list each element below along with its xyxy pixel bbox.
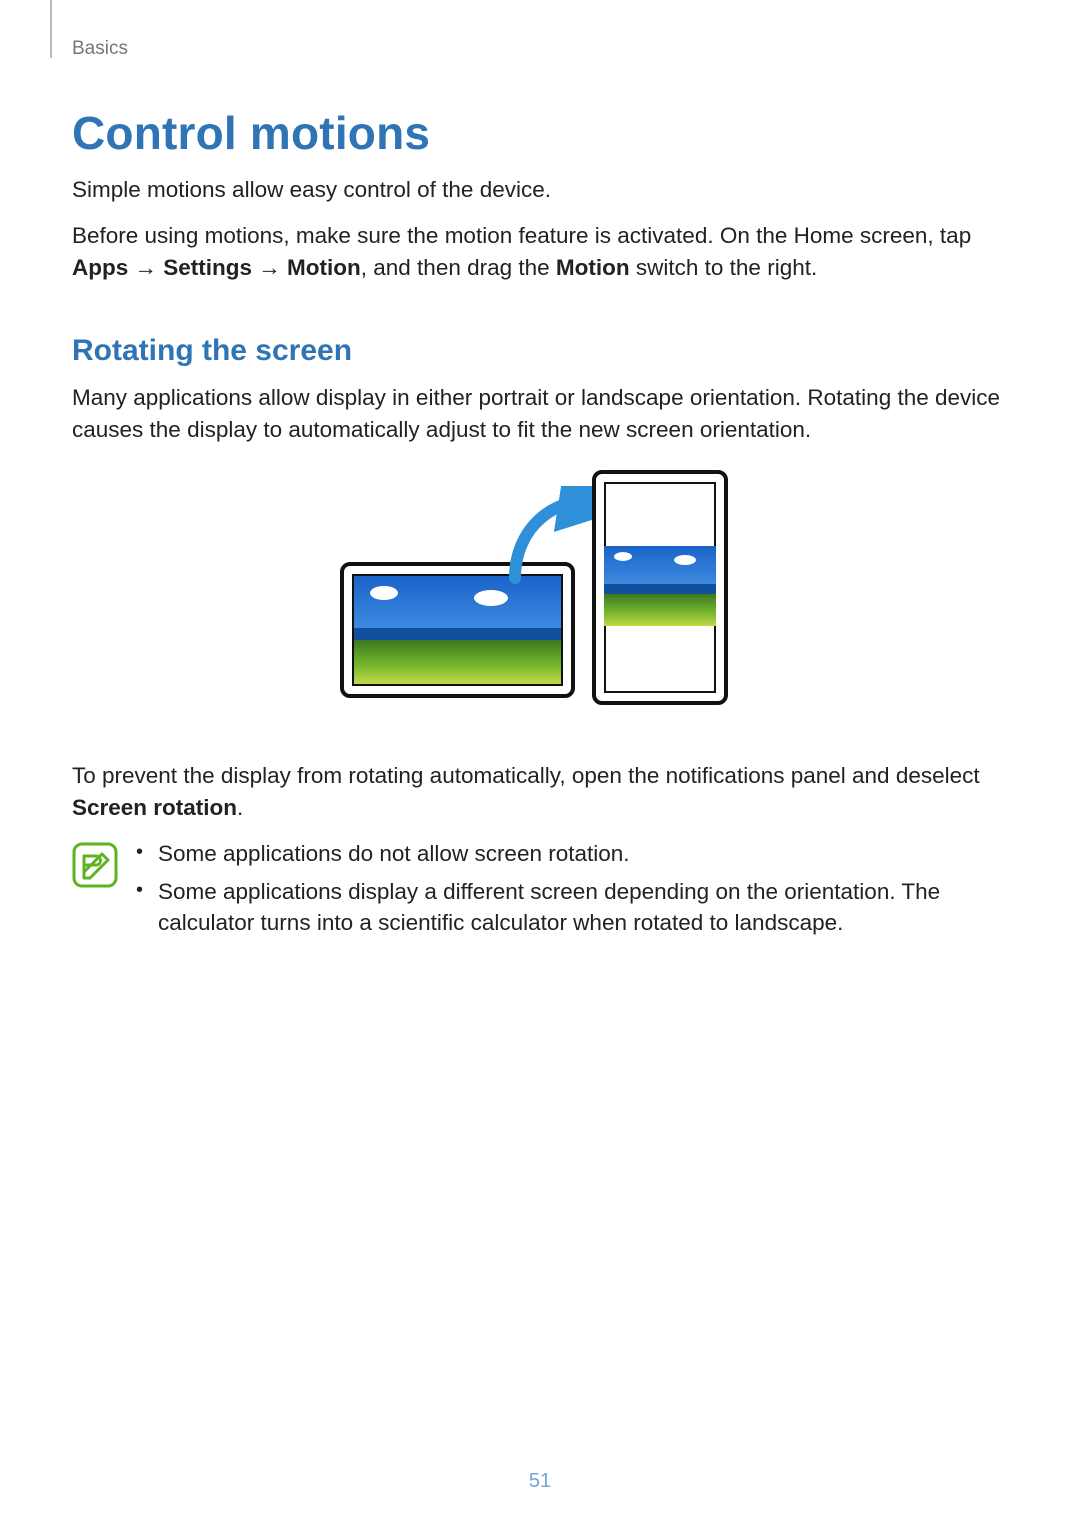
page-number: 51 xyxy=(0,1470,1080,1493)
left-margin-rule xyxy=(50,0,52,58)
note-icon xyxy=(72,842,118,888)
note-list: Some applications do not allow screen ro… xyxy=(136,838,1008,946)
arrow-icon: → xyxy=(252,255,287,280)
device-portrait-icon xyxy=(592,470,728,705)
note-block: Some applications do not allow screen ro… xyxy=(72,838,1008,946)
text-fragment: Before using motions, make sure the moti… xyxy=(72,223,971,248)
text-fragment: switch to the right. xyxy=(630,255,818,280)
rotate-paragraph: Many applications allow display in eithe… xyxy=(72,382,1008,446)
apps-label: Apps xyxy=(72,255,128,280)
intro-paragraph: Simple motions allow easy control of the… xyxy=(72,174,1008,206)
activation-paragraph: Before using motions, make sure the moti… xyxy=(72,220,1008,284)
note-item: Some applications do not allow screen ro… xyxy=(136,838,1008,870)
prevent-paragraph: To prevent the display from rotating aut… xyxy=(72,760,1008,824)
motion-label: Motion xyxy=(287,255,361,280)
subheading-rotating: Rotating the screen xyxy=(72,334,1008,368)
text-fragment: . xyxy=(237,795,243,820)
text-fragment: , and then drag the xyxy=(361,255,556,280)
note-item: Some applications display a different sc… xyxy=(136,876,1008,940)
arrow-icon: → xyxy=(128,255,163,280)
text-fragment: To prevent the display from rotating aut… xyxy=(72,763,980,788)
screen-rotation-label: Screen rotation xyxy=(72,795,237,820)
page-title: Control motions xyxy=(72,106,1008,160)
settings-label: Settings xyxy=(163,255,252,280)
rotation-figure xyxy=(72,470,1008,730)
motion-switch-label: Motion xyxy=(556,255,630,280)
rotate-arrow-icon xyxy=(497,486,607,596)
breadcrumb: Basics xyxy=(72,38,1008,60)
